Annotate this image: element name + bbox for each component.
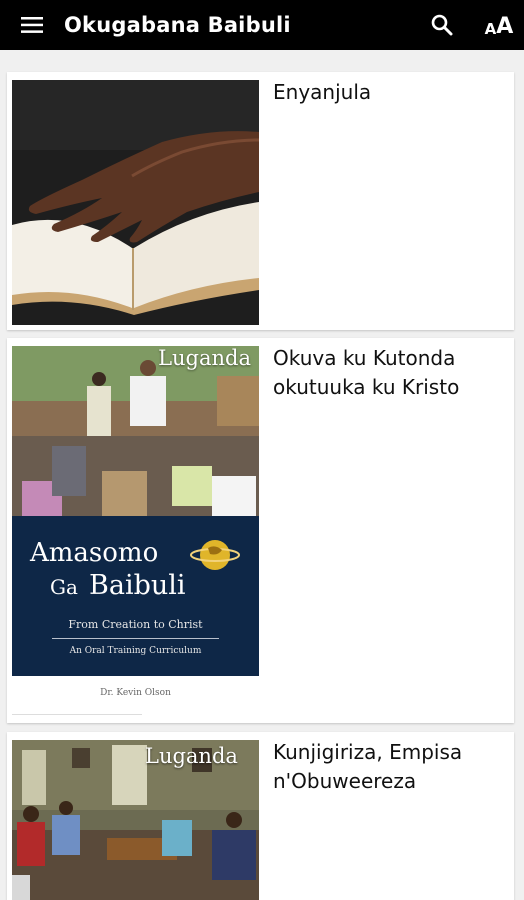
book-thumbnail: [12, 80, 259, 325]
app-bar: Okugabana Baibuli A A: [0, 0, 524, 50]
cover-tagline: An Oral Training Curriculum: [69, 646, 202, 656]
cover-language-label: Luganda: [158, 346, 251, 370]
village-lesson-photo: Luganda: [12, 346, 259, 516]
book-title: Okuva ku Kutonda okutuuka ku Kristo: [273, 346, 460, 399]
cover-heading-baibuli: Baibuli: [89, 570, 186, 601]
book-thumbnail: Luganda: [12, 740, 259, 900]
cover-bottom-rule: [12, 714, 142, 715]
cover-heading-line2: Ga Baibuli: [50, 570, 186, 601]
app-title: Okugabana Baibuli: [64, 13, 291, 37]
book-list: Enyanjula Luganda Amasomo Ga Baibuli Fro…: [0, 50, 524, 900]
menu-button[interactable]: [18, 0, 46, 50]
hamburger-menu-icon: [21, 17, 43, 33]
book-card[interactable]: Luganda Kunjigiriza, Empisa n'Obuweereza: [7, 732, 514, 900]
book-card[interactable]: Luganda Amasomo Ga Baibuli From Creation…: [7, 338, 514, 723]
search-button[interactable]: [428, 11, 456, 39]
book-title: Enyanjula: [273, 80, 372, 104]
font-size-small-icon: A: [484, 20, 497, 38]
cover-divider: [52, 638, 219, 639]
cover-heading-ga: Ga: [50, 575, 78, 599]
book-cover-band: Amasomo Ga Baibuli From Creation to Chri…: [12, 516, 259, 676]
book-thumbnail: Luganda Amasomo Ga Baibuli From Creation…: [12, 346, 259, 716]
cover-language-label: Luganda: [145, 744, 238, 768]
font-size-button[interactable]: A A: [482, 10, 516, 40]
book-title: Kunjigiriza, Empisa n'Obuweereza: [273, 740, 463, 793]
cover-author: Dr. Kevin Olson: [100, 688, 171, 698]
globe-icon: [190, 540, 240, 570]
hand-on-bible-image: [12, 80, 259, 325]
search-icon: [431, 14, 453, 36]
cover-heading-line1: Amasomo: [30, 538, 159, 568]
cover-subtitle: From Creation to Christ: [68, 618, 203, 631]
book-card[interactable]: Enyanjula: [7, 72, 514, 330]
font-size-large-icon: A: [496, 14, 514, 39]
